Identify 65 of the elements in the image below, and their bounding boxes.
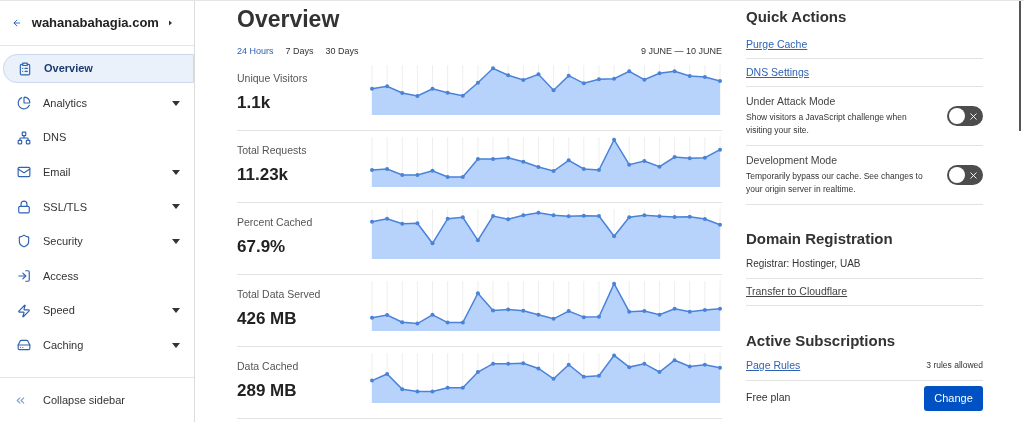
sidebar-item[interactable]: Speed — [3, 296, 194, 326]
setting-description: Temporarily bypass our cache. See changes to your origin server in realtime. — [746, 170, 924, 196]
sidebar-item-label: Email — [43, 165, 72, 181]
sidebar-item-label: Overview — [44, 61, 94, 77]
sidebar-item-label: Analytics — [43, 95, 89, 111]
toggle-switch[interactable] — [947, 106, 983, 126]
clipboard-icon — [18, 61, 32, 76]
range-tab[interactable]: 30 Days — [325, 45, 359, 59]
sidebar-item[interactable]: SSL/TLS — [3, 192, 194, 222]
setting-title: Under Attack Mode — [746, 95, 837, 108]
metric-label: Percent Cached — [237, 214, 314, 230]
range-tab[interactable]: 24 Hours — [237, 45, 274, 59]
metric-value: 67.9% — [237, 236, 287, 259]
close-icon — [968, 169, 979, 181]
scrollbar[interactable] — [1019, 1, 1021, 131]
sidebar-item-label: Speed — [43, 303, 76, 319]
action-link[interactable]: DNS Settings — [746, 64, 810, 81]
metric-label: Data Cached — [237, 358, 300, 374]
caret-icon[interactable] — [168, 19, 172, 27]
collapse-sidebar-button[interactable]: Collapse sidebar — [0, 377, 194, 422]
sidebar-item-label: DNS — [43, 130, 68, 146]
toggle-switch[interactable] — [947, 165, 983, 185]
sidebar-item[interactable]: Analytics — [3, 88, 194, 118]
sidebar-item[interactable]: Caching — [3, 330, 194, 360]
sidebar-item-label: Caching — [43, 338, 85, 353]
sidebar-item-label: Access — [43, 268, 80, 284]
metric-label: Unique Visitors — [237, 70, 309, 86]
sidebar-item[interactable]: Email — [3, 157, 194, 187]
network-icon — [17, 130, 31, 145]
metric-value: 426 MB — [237, 308, 298, 331]
plan-name: Free plan — [746, 390, 791, 406]
metric-value: 289 MB — [237, 380, 298, 403]
sidebar-item[interactable]: Access — [3, 261, 194, 291]
section-heading: Active Subscriptions — [746, 331, 897, 351]
setting-title: Development Mode — [746, 154, 839, 167]
drive-icon — [17, 338, 31, 353]
shield-icon — [17, 234, 31, 249]
date-range: 9 JUNE — 10 JUNE — [640, 45, 722, 58]
section-heading: Quick Actions — [746, 7, 848, 27]
lightning-icon — [17, 303, 31, 318]
rules-note: 3 rules allowed — [926, 359, 983, 372]
lock-icon — [17, 199, 31, 214]
metric-label: Total Requests — [237, 142, 308, 158]
page-title: Overview — [237, 5, 341, 33]
action-link[interactable]: Purge Cache — [746, 36, 808, 53]
range-tab[interactable]: 7 Days — [285, 45, 314, 59]
domain-name: wahanabahagia.com — [31, 14, 159, 33]
sidebar-item[interactable]: DNS — [3, 123, 194, 153]
mail-icon — [17, 165, 31, 180]
setting-description: Show visitors a JavaScript challenge when visiting your site. — [746, 111, 908, 137]
sidebar-item[interactable]: Overview — [3, 54, 194, 83]
close-icon — [968, 110, 979, 122]
pie-chart-icon — [17, 96, 31, 111]
metric-value: 1.1k — [237, 92, 272, 115]
transfer-link[interactable]: Transfer to Cloudflare — [746, 284, 848, 300]
login-icon — [17, 269, 31, 284]
registrar-text: Registrar: Hostinger, UAB — [746, 257, 861, 271]
page-rules-link[interactable]: Page Rules — [746, 357, 801, 374]
metric-value: 11.23k — [237, 164, 290, 187]
metric-label: Total Data Served — [237, 286, 322, 302]
sidebar-item-label: SSL/TLS — [43, 199, 89, 215]
section-heading: Domain Registration — [746, 229, 894, 249]
sidebar-item[interactable]: Security — [3, 226, 194, 256]
change-button[interactable]: Change — [924, 385, 983, 411]
sidebar-item-label: Security — [43, 234, 84, 250]
